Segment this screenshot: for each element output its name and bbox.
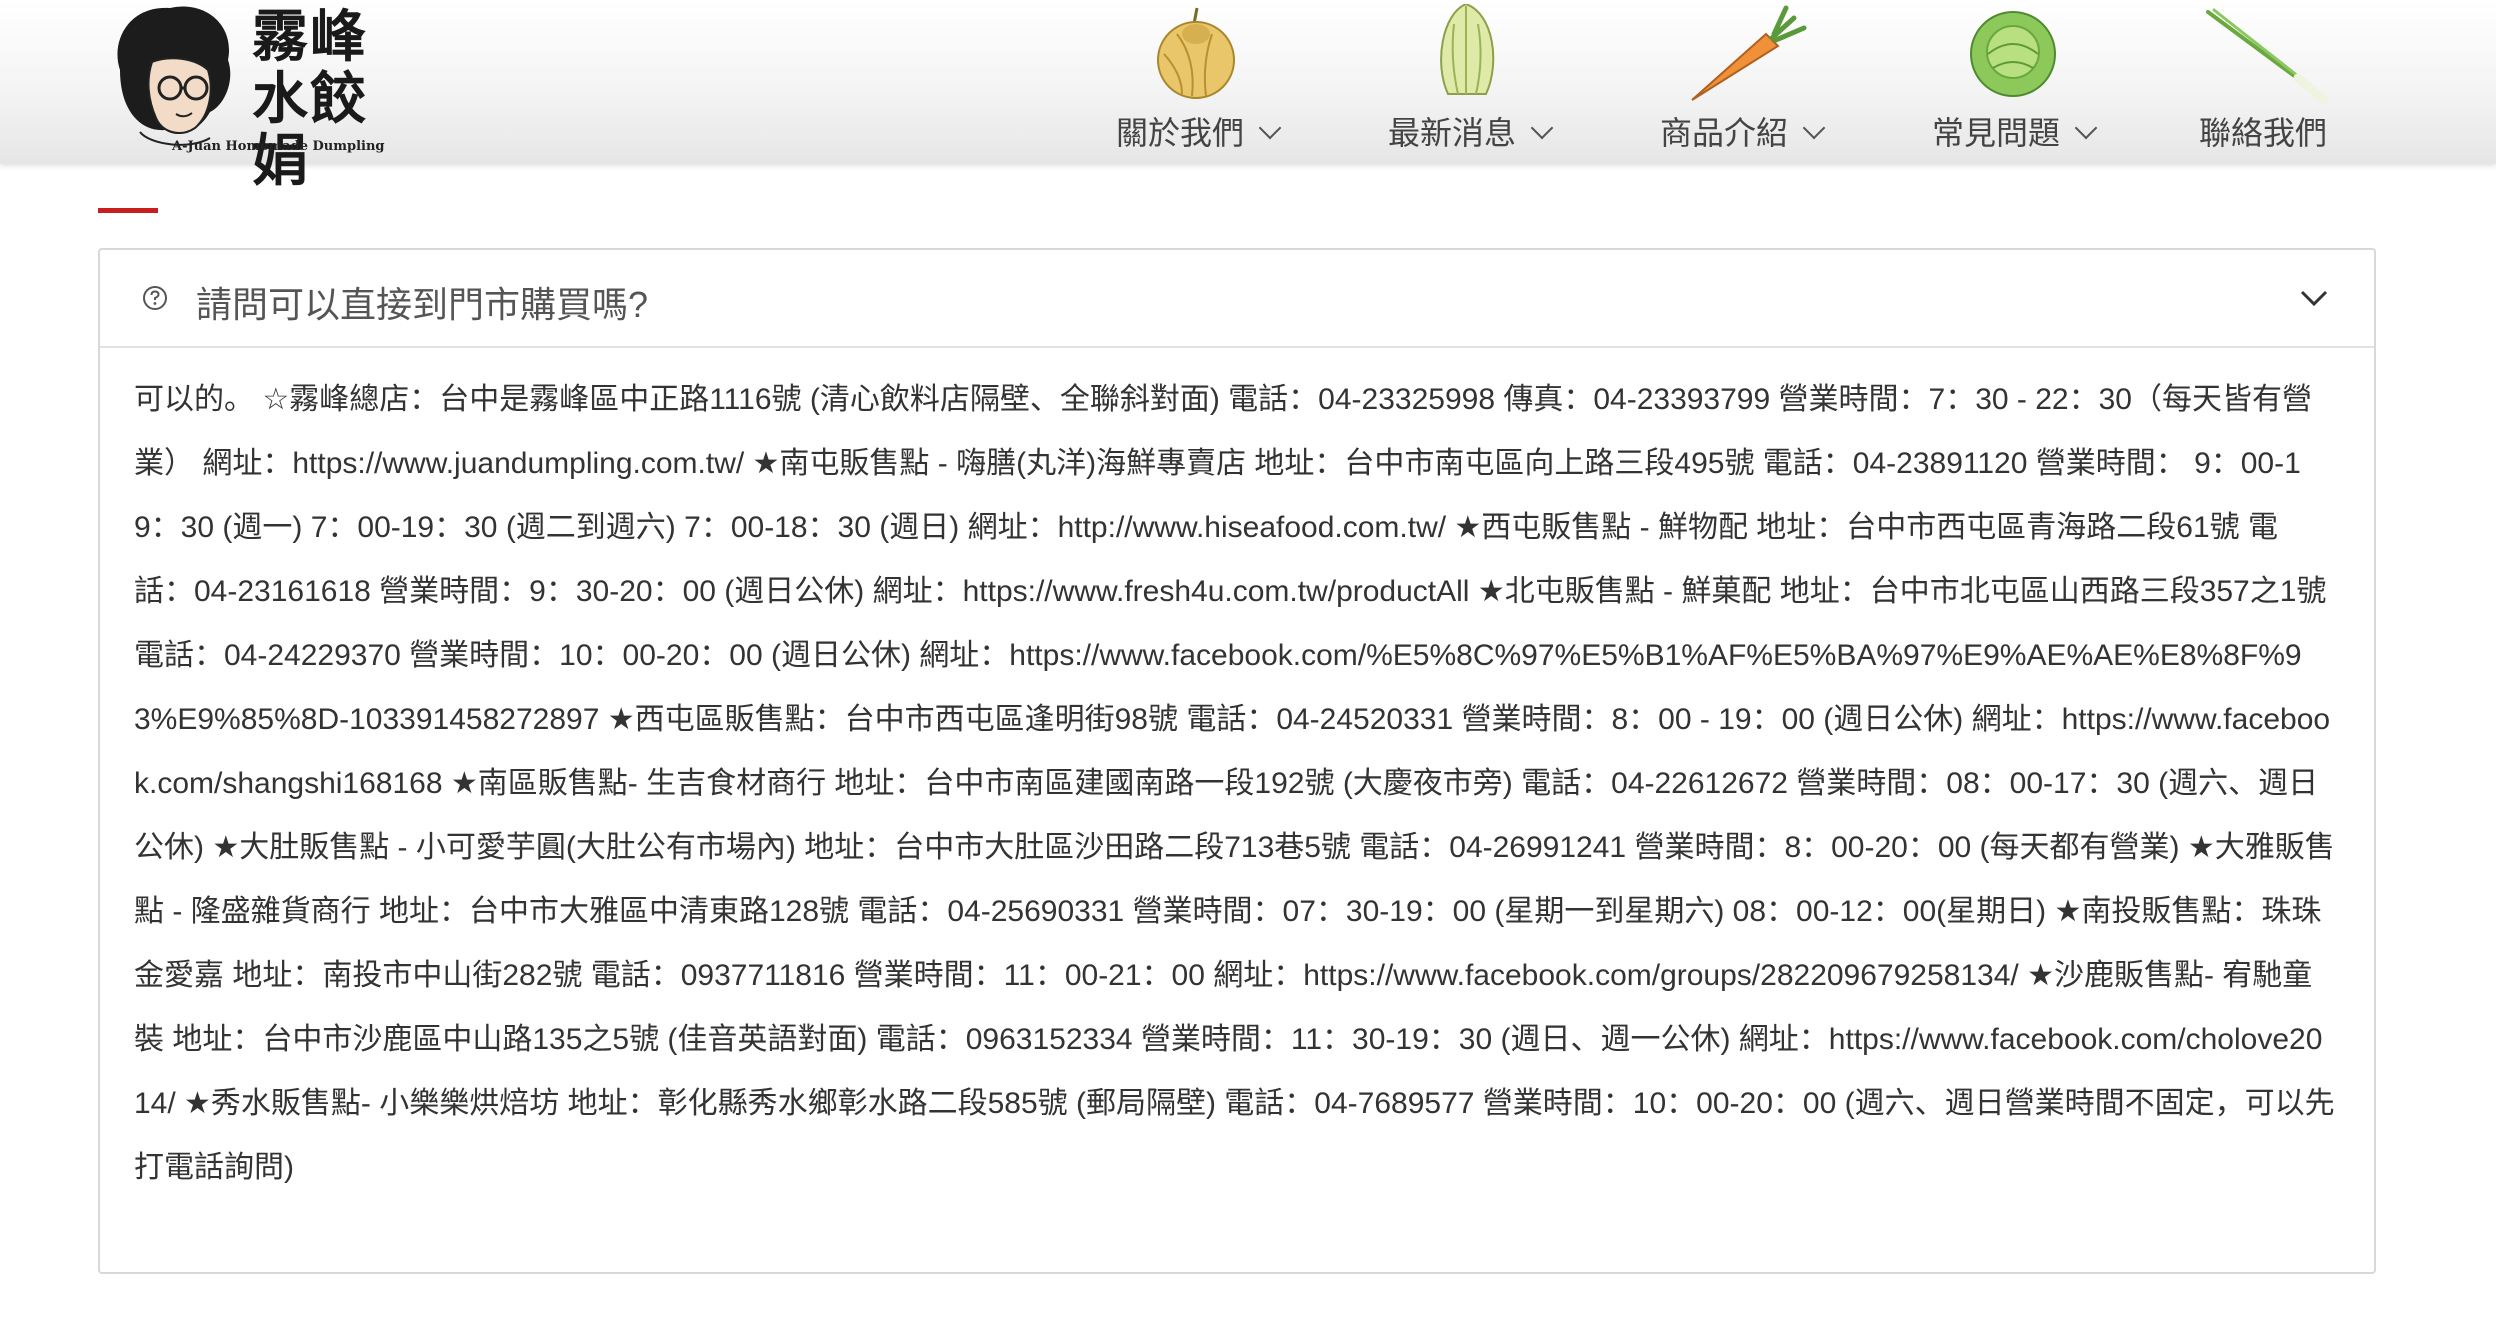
faq-answer-text: 可以的。 ☆霧峰總店：台中是霧峰區中正路1116號 (清心飲料店隔壁、全聯斜對面… (134, 383, 2335, 1184)
nav-label-news: 最新消息 (1387, 115, 1516, 151)
faq-question-title: 請問可以直接到門市購買嗎? (196, 284, 649, 325)
nav-label-contact: 聯絡我們 (2198, 115, 2327, 151)
cartoon-face-icon (117, 6, 231, 146)
logo-subtitle: A-Juan Homemade Dumpling (172, 139, 385, 154)
carrot-icon (1691, 5, 1807, 101)
nav-item-contact[interactable]: 聯絡我們 (2148, 0, 2378, 164)
question-circle-icon (143, 286, 167, 310)
faq-accordion: 請問可以直接到門市購買嗎? 可以的。 ☆霧峰總店：台中是霧峰區中正路1116號 … (98, 248, 2376, 1274)
scallion-icon (2206, 8, 2329, 104)
chevron-down-icon (2074, 116, 2098, 140)
chevron-down-icon (1530, 116, 1554, 140)
lettuce-icon (1970, 11, 2056, 97)
site-header: 霧峰水餃娟 A-Juan Homemade Dumpling 關於我們 最新消息… (0, 0, 2496, 192)
nav-item-news[interactable]: 最新消息 (1354, 0, 1584, 164)
onion-icon (1157, 7, 1235, 99)
nav-label-faq: 常見問題 (1931, 115, 2060, 151)
faq-question-header[interactable]: 請問可以直接到門市購買嗎? (100, 250, 2374, 348)
nav-label-products: 商品介紹 (1659, 115, 1788, 151)
nav-item-faq[interactable]: 常見問題 (1898, 0, 2128, 164)
chevron-down-icon[interactable] (2298, 282, 2330, 314)
nav-item-products[interactable]: 商品介紹 (1626, 0, 1856, 164)
nav-item-about[interactable]: 關於我們 (1082, 0, 1312, 164)
nav-label-about: 關於我們 (1115, 115, 1244, 151)
site-logo[interactable]: 霧峰水餃娟 A-Juan Homemade Dumpling (110, 0, 430, 192)
section-accent-bar (98, 208, 158, 213)
logo-title: 霧峰水餃娟 (252, 4, 368, 194)
cabbage-icon (1440, 4, 1495, 95)
chevron-down-icon (1258, 116, 1282, 140)
chevron-down-icon (1802, 116, 1826, 140)
